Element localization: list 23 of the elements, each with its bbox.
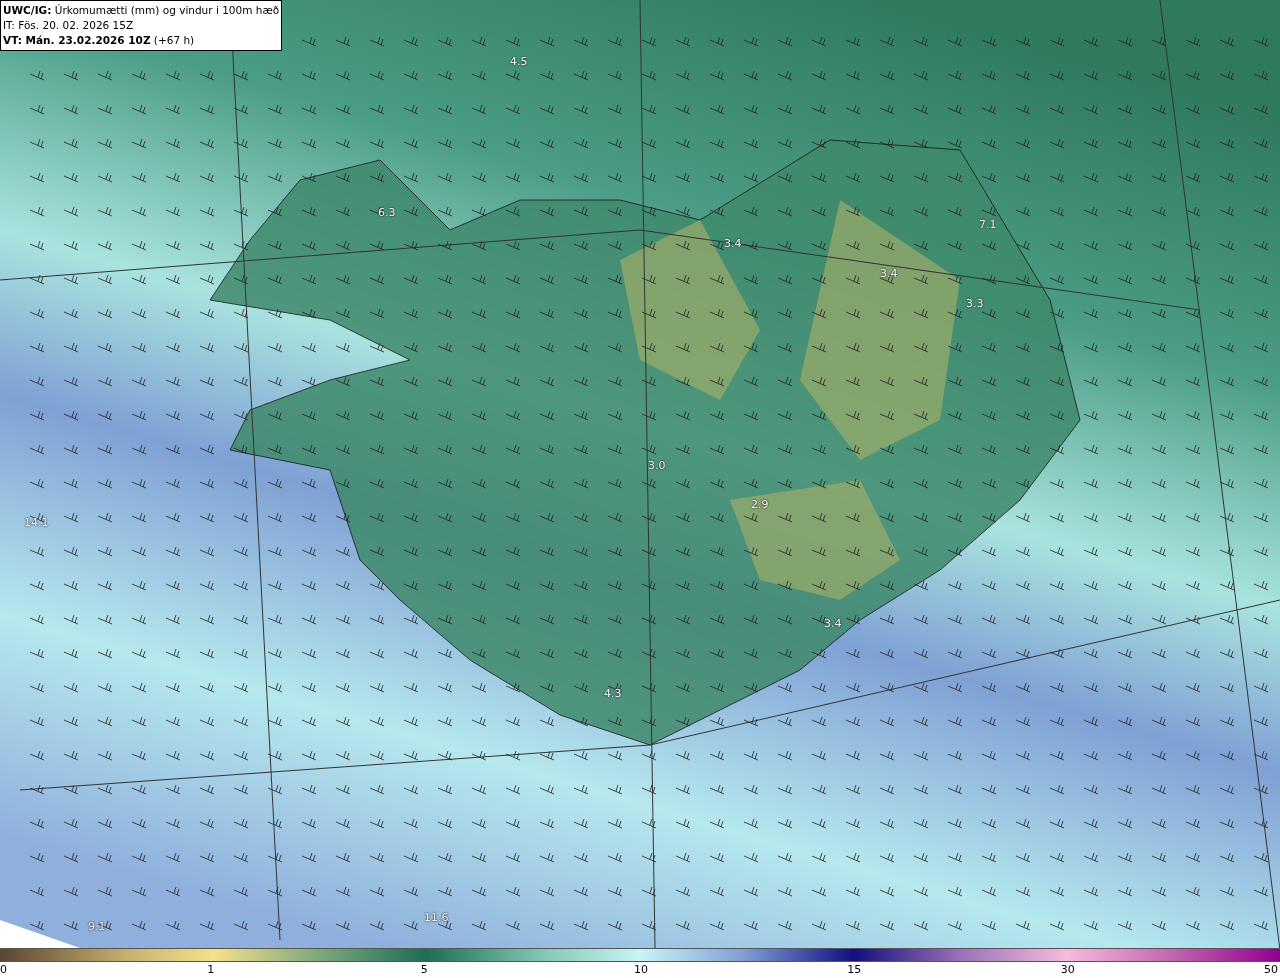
map-value-label: 3.4 bbox=[824, 618, 842, 629]
initial-time: IT: Fös. 20. 02. 2026 15Z bbox=[3, 18, 135, 33]
colorbar-tick-label: 30 bbox=[1060, 962, 1075, 978]
map-value-label: 2.9 bbox=[751, 499, 769, 510]
map-value-label: 3.0 bbox=[648, 460, 666, 471]
map-value-label: 9.1 bbox=[88, 921, 106, 932]
valid-time: VT: Mán. 23.02.2026 10Z (+67 h) bbox=[3, 33, 196, 48]
colorbar-tick-label: 50 bbox=[1264, 962, 1278, 978]
map-value-label: 3.4 bbox=[724, 238, 742, 249]
map-value-label: 4.5 bbox=[510, 56, 528, 67]
map-value-label: 3.3 bbox=[966, 298, 984, 309]
colorbar-tick-label: 0 bbox=[0, 962, 7, 978]
chart-title: UWC/IG: Úrkomumætti (mm) og vindur i 100m hæð bbox=[3, 3, 280, 18]
map-value-label: 4.3 bbox=[604, 688, 622, 699]
map-value-label: 6.3 bbox=[378, 207, 396, 218]
map-value-label: 11.6 bbox=[424, 912, 449, 923]
map-value-label: 3.4 bbox=[880, 268, 898, 279]
colorbar-tick-label: 5 bbox=[420, 962, 428, 978]
colorbar-tick-label: 1 bbox=[207, 962, 215, 978]
map-value-label: 14.1 bbox=[24, 517, 49, 528]
colorbar-tick-label: 15 bbox=[847, 962, 862, 978]
colorbar-tick-label: 10 bbox=[634, 962, 648, 978]
map-value-label: 7.1 bbox=[979, 219, 997, 230]
